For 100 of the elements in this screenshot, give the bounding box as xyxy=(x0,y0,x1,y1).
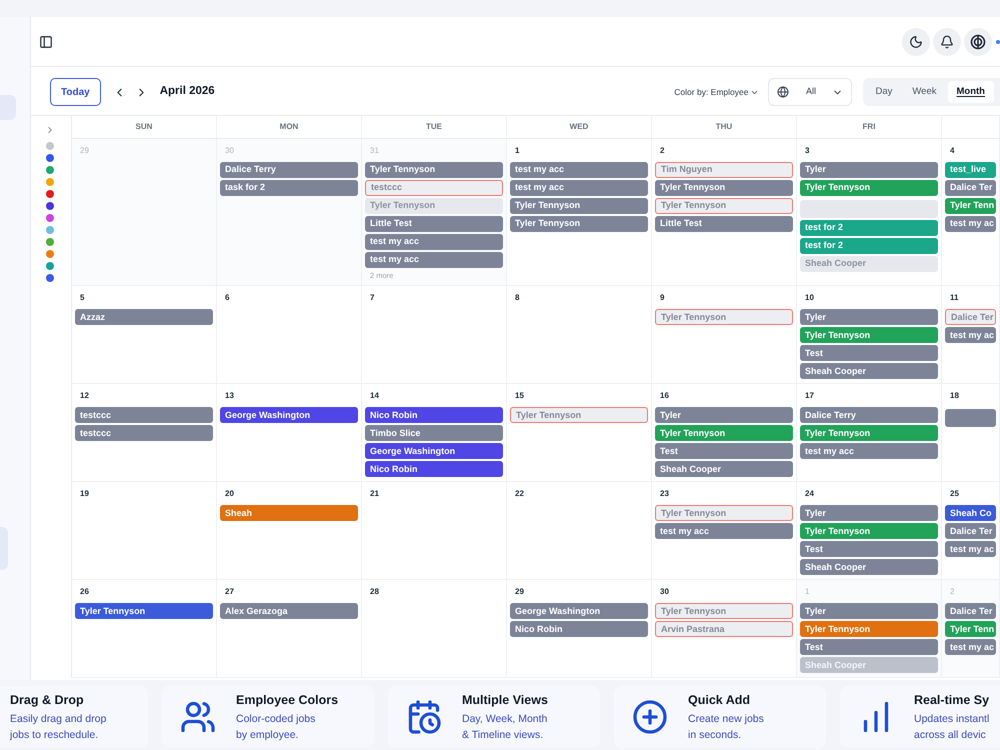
event-chip[interactable]: Test xyxy=(800,639,938,656)
event-chip[interactable]: Tyler Tennyson xyxy=(510,407,648,424)
event-chip[interactable]: Sheah Cooper xyxy=(655,461,793,478)
feature-title: Drag & Drop xyxy=(10,692,85,709)
weekday-header: WED xyxy=(570,121,588,133)
view-tab[interactable]: Month xyxy=(948,81,994,103)
event-chip[interactable]: test my ac xyxy=(945,639,996,656)
event-chip[interactable]: Dalice Terry xyxy=(220,162,358,178)
event-chip[interactable]: Tyler Tenn xyxy=(945,198,996,214)
event-chip[interactable]: Tyler Tennyson xyxy=(800,425,938,442)
event-chip[interactable]: Tyler Tennyson xyxy=(655,425,793,442)
event-chip[interactable]: Test xyxy=(655,443,793,460)
event-chip[interactable]: Little Test xyxy=(655,216,793,232)
event-chip[interactable]: test my ac xyxy=(945,216,996,232)
event-chip[interactable]: Tyler Tennyson xyxy=(800,523,938,540)
event-chip[interactable]: test my acc xyxy=(800,443,938,460)
day-number: 2 xyxy=(660,145,664,157)
event-chip[interactable]: George Washington xyxy=(510,603,648,620)
event-chip[interactable]: test_live xyxy=(945,162,996,178)
day-number: 16 xyxy=(660,390,669,402)
logo-icon[interactable] xyxy=(964,28,992,56)
event-chip[interactable]: Tyler Tennyson xyxy=(365,162,503,178)
event-chip[interactable]: Sheah Cooper xyxy=(800,363,938,380)
event-chip[interactable]: testccc xyxy=(75,407,213,424)
feature-title: Quick Add xyxy=(688,692,752,709)
day-number: 30 xyxy=(660,586,669,598)
day-number: 11 xyxy=(950,292,958,304)
event-chip[interactable]: Little Test xyxy=(365,216,503,232)
event-chip[interactable]: test my ac xyxy=(945,327,996,344)
day-number: 31 xyxy=(370,145,379,157)
day-number: 22 xyxy=(515,488,524,500)
event-chip[interactable]: test my acc xyxy=(365,252,503,268)
event-chip[interactable]: Tyler Tennyson xyxy=(800,327,938,344)
event-chip[interactable]: Nico Robin xyxy=(510,621,648,638)
event-chip[interactable]: George Washington xyxy=(365,443,503,460)
event-chip[interactable]: Dalice Terry xyxy=(800,407,938,424)
event-chip[interactable]: George Washington xyxy=(220,407,358,424)
event-chip[interactable]: Dalice Ter xyxy=(945,523,996,540)
add-circle-icon xyxy=(632,699,668,735)
event-chip[interactable]: test my acc xyxy=(655,523,793,540)
event-chip[interactable]: Sheah Cooper xyxy=(800,559,938,576)
event-chip[interactable]: Alex Gerazoga xyxy=(220,603,358,620)
event-chip[interactable]: Azzaz xyxy=(75,309,213,326)
bell-icon[interactable] xyxy=(933,28,961,56)
event-chip[interactable]: Tyler Tennyson xyxy=(510,198,648,214)
weekday-header: TUE xyxy=(426,121,442,133)
month-title: April 2026 xyxy=(160,84,215,100)
event-chip[interactable]: test my acc xyxy=(510,162,648,178)
event-chip[interactable]: test my acc xyxy=(365,234,503,250)
event-chip[interactable]: Sheah Co xyxy=(945,505,996,522)
event-chip[interactable]: Test xyxy=(800,541,938,558)
event-chip[interactable]: Test xyxy=(800,345,938,362)
day-number: 15 xyxy=(515,390,524,402)
event-chip[interactable]: Dalice Ter xyxy=(945,309,996,326)
feature-title: Multiple Views xyxy=(462,692,548,709)
event-chip[interactable]: test my acc xyxy=(510,180,648,196)
event-chip[interactable] xyxy=(945,409,996,428)
event-chip[interactable]: Nico Robin xyxy=(365,407,503,424)
color-by-dropdown[interactable]: Color by: Employee xyxy=(674,86,760,98)
event-chip[interactable]: Tyler Tennyson xyxy=(655,198,793,214)
filter-dropdown[interactable]: All xyxy=(768,78,852,106)
event-chip[interactable]: Tyler Tennyson xyxy=(800,621,938,638)
event-chip[interactable]: task for 2 xyxy=(220,180,358,196)
event-chip[interactable]: test for 2 xyxy=(800,220,938,236)
sidebar-toggle-icon[interactable] xyxy=(39,34,53,48)
event-chip[interactable]: testccc xyxy=(75,425,213,442)
globe-icon xyxy=(777,86,790,98)
view-tab[interactable]: Week xyxy=(903,81,946,103)
event-chip[interactable]: Tyler xyxy=(800,309,938,326)
event-chip[interactable]: Tyler Tennyson xyxy=(510,216,648,232)
event-chip[interactable]: Timbo Slice xyxy=(365,425,503,442)
event-chip[interactable]: Tyler Tennyson xyxy=(655,180,793,196)
today-button[interactable]: Today xyxy=(50,78,101,106)
event-chip[interactable]: Nico Robin xyxy=(365,461,503,478)
event-chip[interactable]: Sheah Cooper xyxy=(800,256,938,272)
event-chip[interactable]: Tyler xyxy=(800,603,938,620)
event-chip[interactable]: Tyler Tennyson xyxy=(655,603,793,620)
event-chip[interactable]: Tyler xyxy=(800,505,938,522)
event-chip[interactable]: Arvin Pastrana xyxy=(655,621,793,638)
day-number: 1 xyxy=(805,586,810,598)
event-chip[interactable]: Sheah xyxy=(220,505,358,522)
moon-icon[interactable] xyxy=(902,28,930,56)
event-chip[interactable]: Tyler xyxy=(655,407,793,424)
event-chip[interactable]: Tyler Tenn xyxy=(945,621,996,638)
event-chip[interactable]: Tyler Tennyson xyxy=(800,180,938,196)
event-chip[interactable]: Tyler Tennyson xyxy=(655,309,793,326)
event-chip[interactable]: Tyler Tennyson xyxy=(655,505,793,522)
event-chip[interactable]: testccc xyxy=(365,180,503,196)
event-chip[interactable]: test for 2 xyxy=(800,238,938,254)
event-chip[interactable]: Dalice Ter xyxy=(945,180,996,196)
event-chip[interactable]: Tyler Tennyson xyxy=(75,603,213,620)
event-chip[interactable]: Dalice Ter xyxy=(945,603,996,620)
day-number: 25 xyxy=(950,488,959,500)
day-number: 24 xyxy=(805,488,814,500)
day-number: 30 xyxy=(225,145,234,157)
event-chip[interactable]: Tim Nguyen xyxy=(655,162,793,178)
event-chip[interactable]: test my ac xyxy=(945,541,996,558)
event-chip[interactable]: Tyler Tennyson xyxy=(365,198,503,214)
view-tab[interactable]: Day xyxy=(866,81,902,103)
event-chip[interactable]: Tyler xyxy=(800,162,938,178)
